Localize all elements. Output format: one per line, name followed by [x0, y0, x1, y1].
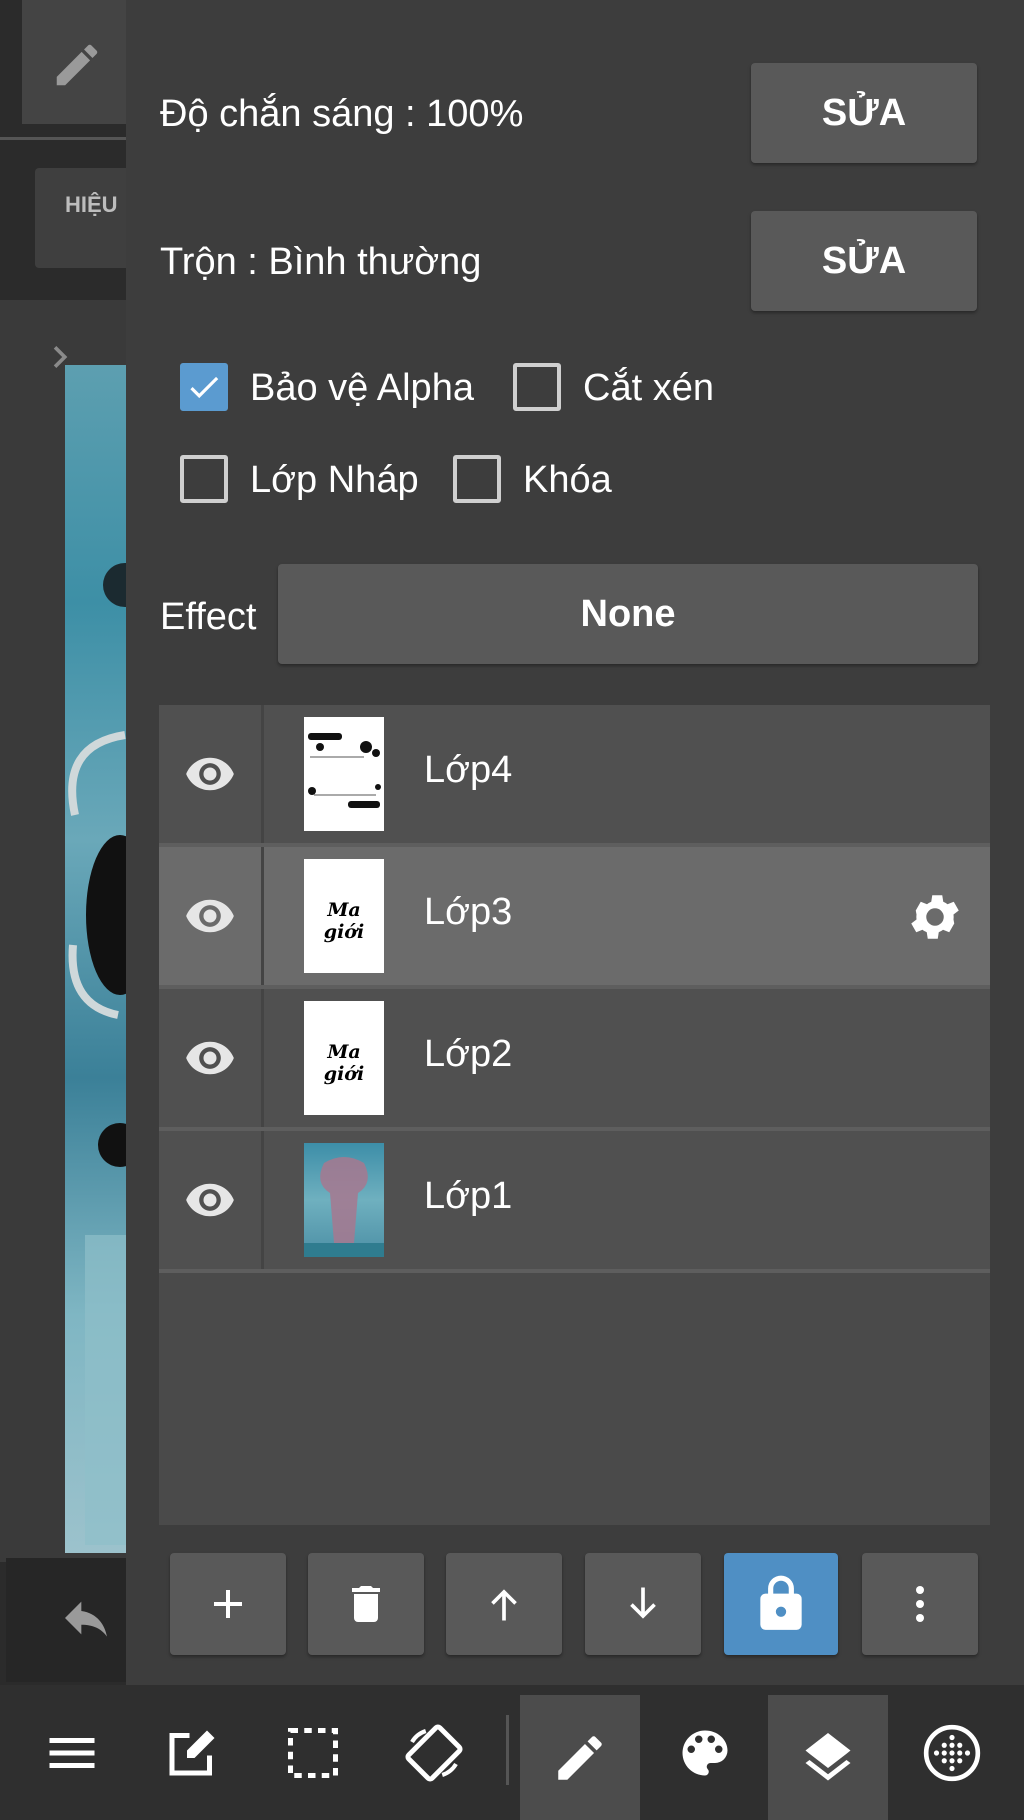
lock-checkbox[interactable] — [453, 455, 501, 503]
layer-thumbnail: Ma giới — [304, 1001, 384, 1115]
edit-icon — [169, 1730, 215, 1775]
checkmark-icon — [190, 376, 219, 399]
layer-name: Lớp2 — [424, 1033, 513, 1075]
opacity-label: Độ chắn sáng : 100% — [160, 93, 524, 135]
lock-icon — [760, 1575, 802, 1630]
pencil-icon — [56, 44, 98, 86]
blend-mode-label: Trộn : Bình thường — [160, 241, 482, 283]
pencil-tab[interactable] — [22, 0, 126, 124]
trash-icon — [352, 1586, 380, 1622]
layer-row-4[interactable]: Lớp4 — [159, 705, 990, 843]
eye-icon — [186, 1183, 234, 1217]
arrow-up-icon — [491, 1589, 517, 1621]
delete-layer-button[interactable] — [308, 1553, 424, 1655]
left-divider — [0, 137, 126, 140]
gear-icon[interactable] — [905, 887, 965, 947]
eye-icon — [186, 1041, 234, 1075]
rotate-icon — [405, 1723, 463, 1782]
draft-layer-label: Lớp Nháp — [250, 459, 419, 501]
edit-button[interactable] — [132, 1685, 252, 1820]
effect-select-button[interactable]: None — [278, 564, 978, 664]
alpha-protect-label: Bảo vệ Alpha — [250, 367, 474, 409]
layer-row-2[interactable]: Ma giới Lớp2 — [159, 989, 990, 1127]
draft-layer-checkbox[interactable] — [180, 455, 228, 503]
canvas-preview[interactable] — [65, 365, 126, 1553]
lock-layer-button[interactable] — [724, 1553, 838, 1655]
add-layer-button[interactable] — [170, 1553, 286, 1655]
brush-tool-button[interactable] — [520, 1695, 640, 1820]
thumbnail-text: Ma giới — [323, 1041, 365, 1085]
opacity-edit-button[interactable]: SỬA — [751, 63, 977, 163]
arrow-down-icon — [630, 1587, 656, 1619]
effect-tab[interactable]: HIỆU — [35, 168, 126, 268]
layer-name: Lớp3 — [424, 891, 513, 933]
effect-label: Effect — [160, 596, 257, 638]
menu-button[interactable] — [12, 1685, 132, 1820]
layer-row-1[interactable]: Lớp1 — [159, 1131, 990, 1269]
layer-thumbnail — [304, 1143, 384, 1257]
undo-icon — [65, 1601, 107, 1637]
selection-button[interactable] — [253, 1685, 373, 1820]
alpha-protect-checkbox[interactable] — [180, 363, 228, 411]
blend-mode-edit-button[interactable]: SỬA — [751, 211, 977, 311]
layer-row-3[interactable]: Ma giới Lớp3 — [159, 847, 990, 985]
layer-name: Lớp1 — [424, 1175, 513, 1217]
thumbnail-text: Ma giới — [323, 899, 365, 943]
rotate-canvas-button[interactable] — [374, 1685, 494, 1820]
move-layer-down-button[interactable] — [585, 1553, 701, 1655]
visibility-toggle[interactable] — [159, 847, 261, 985]
bottom-toolbar — [0, 1685, 1024, 1820]
palette-icon — [682, 1730, 728, 1775]
visibility-toggle[interactable] — [159, 705, 261, 843]
visibility-toggle[interactable] — [159, 989, 261, 1127]
eye-icon — [186, 757, 234, 791]
eye-icon — [186, 899, 234, 933]
move-layer-up-button[interactable] — [446, 1553, 562, 1655]
menu-icon — [49, 1737, 95, 1768]
material-button[interactable] — [892, 1685, 1012, 1820]
lock-label: Khóa — [523, 459, 612, 501]
visibility-toggle[interactable] — [159, 1131, 261, 1269]
layers-button[interactable] — [768, 1695, 888, 1820]
layer-thumbnail — [304, 717, 384, 831]
more-vertical-icon — [916, 1586, 924, 1622]
clipping-label: Cắt xén — [583, 367, 714, 409]
undo-button[interactable] — [6, 1558, 126, 1682]
add-icon — [214, 1590, 242, 1618]
brush-icon — [558, 1735, 602, 1780]
layer-thumbnail: Ma giới — [304, 859, 384, 973]
layer-name: Lớp4 — [424, 749, 513, 791]
layer-list: Lớp4 Ma giới Lớp3 Ma giới Lớp2 Lớp1 — [159, 705, 990, 1525]
more-options-button[interactable] — [862, 1553, 978, 1655]
grid-icon — [923, 1724, 981, 1781]
selection-icon — [288, 1727, 338, 1778]
layers-icon — [805, 1732, 851, 1780]
clipping-checkbox[interactable] — [513, 363, 561, 411]
color-palette-button[interactable] — [645, 1685, 765, 1820]
